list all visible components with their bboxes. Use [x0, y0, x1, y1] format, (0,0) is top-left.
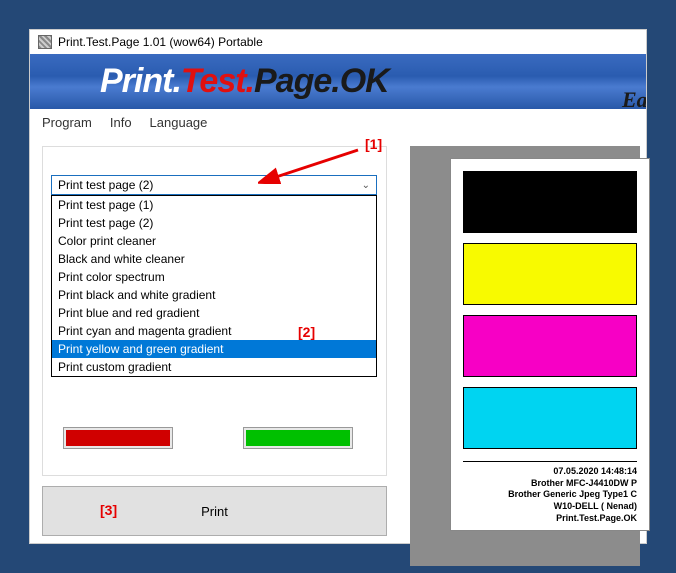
dropdown-item[interactable]: Print test page (2) — [52, 214, 376, 232]
app-icon — [38, 35, 52, 49]
page-info-app: Print.Test.Page.OK — [463, 513, 637, 525]
dropdown-item[interactable]: Print test page (1) — [52, 196, 376, 214]
banner: Print.Test.Page.OK Easy — [30, 54, 646, 109]
preview-panel: 07.05.2020 14:48:14 Brother MFC-J4410DW … — [410, 146, 640, 566]
dropdown-item[interactable]: Print custom gradient — [52, 358, 376, 376]
page-type-dropdown: Print test page (1)Print test page (2)Co… — [51, 195, 377, 377]
menubar: Program Info Language — [30, 109, 646, 136]
annotation-1: [1] — [365, 136, 382, 152]
swatch-black — [463, 171, 637, 233]
annotation-3: [3] — [100, 502, 117, 518]
banner-word-ok: OK — [340, 62, 389, 100]
titlebar: Print.Test.Page 1.01 (wow64) Portable — [30, 30, 646, 54]
banner-easy: Easy — [622, 87, 646, 109]
dropdown-item[interactable]: Color print cleaner — [52, 232, 376, 250]
print-button[interactable]: Print — [42, 486, 387, 536]
print-button-label: Print — [201, 504, 228, 519]
app-window: Print.Test.Page 1.01 (wow64) Portable Pr… — [30, 30, 646, 543]
banner-word-print: Print. — [100, 62, 181, 100]
options-panel: Print test page (2) ⌄ Print test page (1… — [42, 146, 387, 476]
dropdown-item[interactable]: Print blue and red gradient — [52, 304, 376, 322]
red-color-button[interactable] — [63, 427, 173, 449]
dropdown-item[interactable]: Print color spectrum — [52, 268, 376, 286]
page-info-date: 07.05.2020 14:48:14 — [463, 466, 637, 478]
combo-selected-text: Print test page (2) — [58, 178, 153, 192]
page-info-driver: Brother Generic Jpeg Type1 C — [463, 489, 637, 501]
dropdown-item[interactable]: Print black and white gradient — [52, 286, 376, 304]
content-area: Print test page (2) ⌄ Print test page (1… — [30, 136, 646, 543]
page-type-combo[interactable]: Print test page (2) ⌄ — [51, 175, 377, 195]
banner-logo: Print.Test.Page.OK — [100, 62, 389, 101]
green-color-button[interactable] — [243, 427, 353, 449]
page-info-printer: Brother MFC-J4410DW P — [463, 478, 637, 490]
banner-word-page: Page. — [254, 62, 340, 100]
dropdown-item[interactable]: Print yellow and green gradient — [52, 340, 376, 358]
dropdown-item[interactable]: Print cyan and magenta gradient — [52, 322, 376, 340]
preview-page: 07.05.2020 14:48:14 Brother MFC-J4410DW … — [450, 158, 650, 531]
swatch-yellow — [463, 243, 637, 305]
annotation-2: [2] — [298, 324, 315, 340]
banner-word-test: Test. — [181, 62, 254, 100]
swatch-magenta — [463, 315, 637, 377]
window-title: Print.Test.Page 1.01 (wow64) Portable — [58, 35, 263, 49]
dropdown-item[interactable]: Black and white cleaner — [52, 250, 376, 268]
menu-info[interactable]: Info — [110, 115, 132, 130]
menu-language[interactable]: Language — [150, 115, 208, 130]
page-info-host: W10-DELL ( Nenad) — [463, 501, 637, 513]
page-info: 07.05.2020 14:48:14 Brother MFC-J4410DW … — [463, 461, 637, 524]
chevron-down-icon: ⌄ — [362, 180, 370, 191]
swatch-cyan — [463, 387, 637, 449]
menu-program[interactable]: Program — [42, 115, 92, 130]
